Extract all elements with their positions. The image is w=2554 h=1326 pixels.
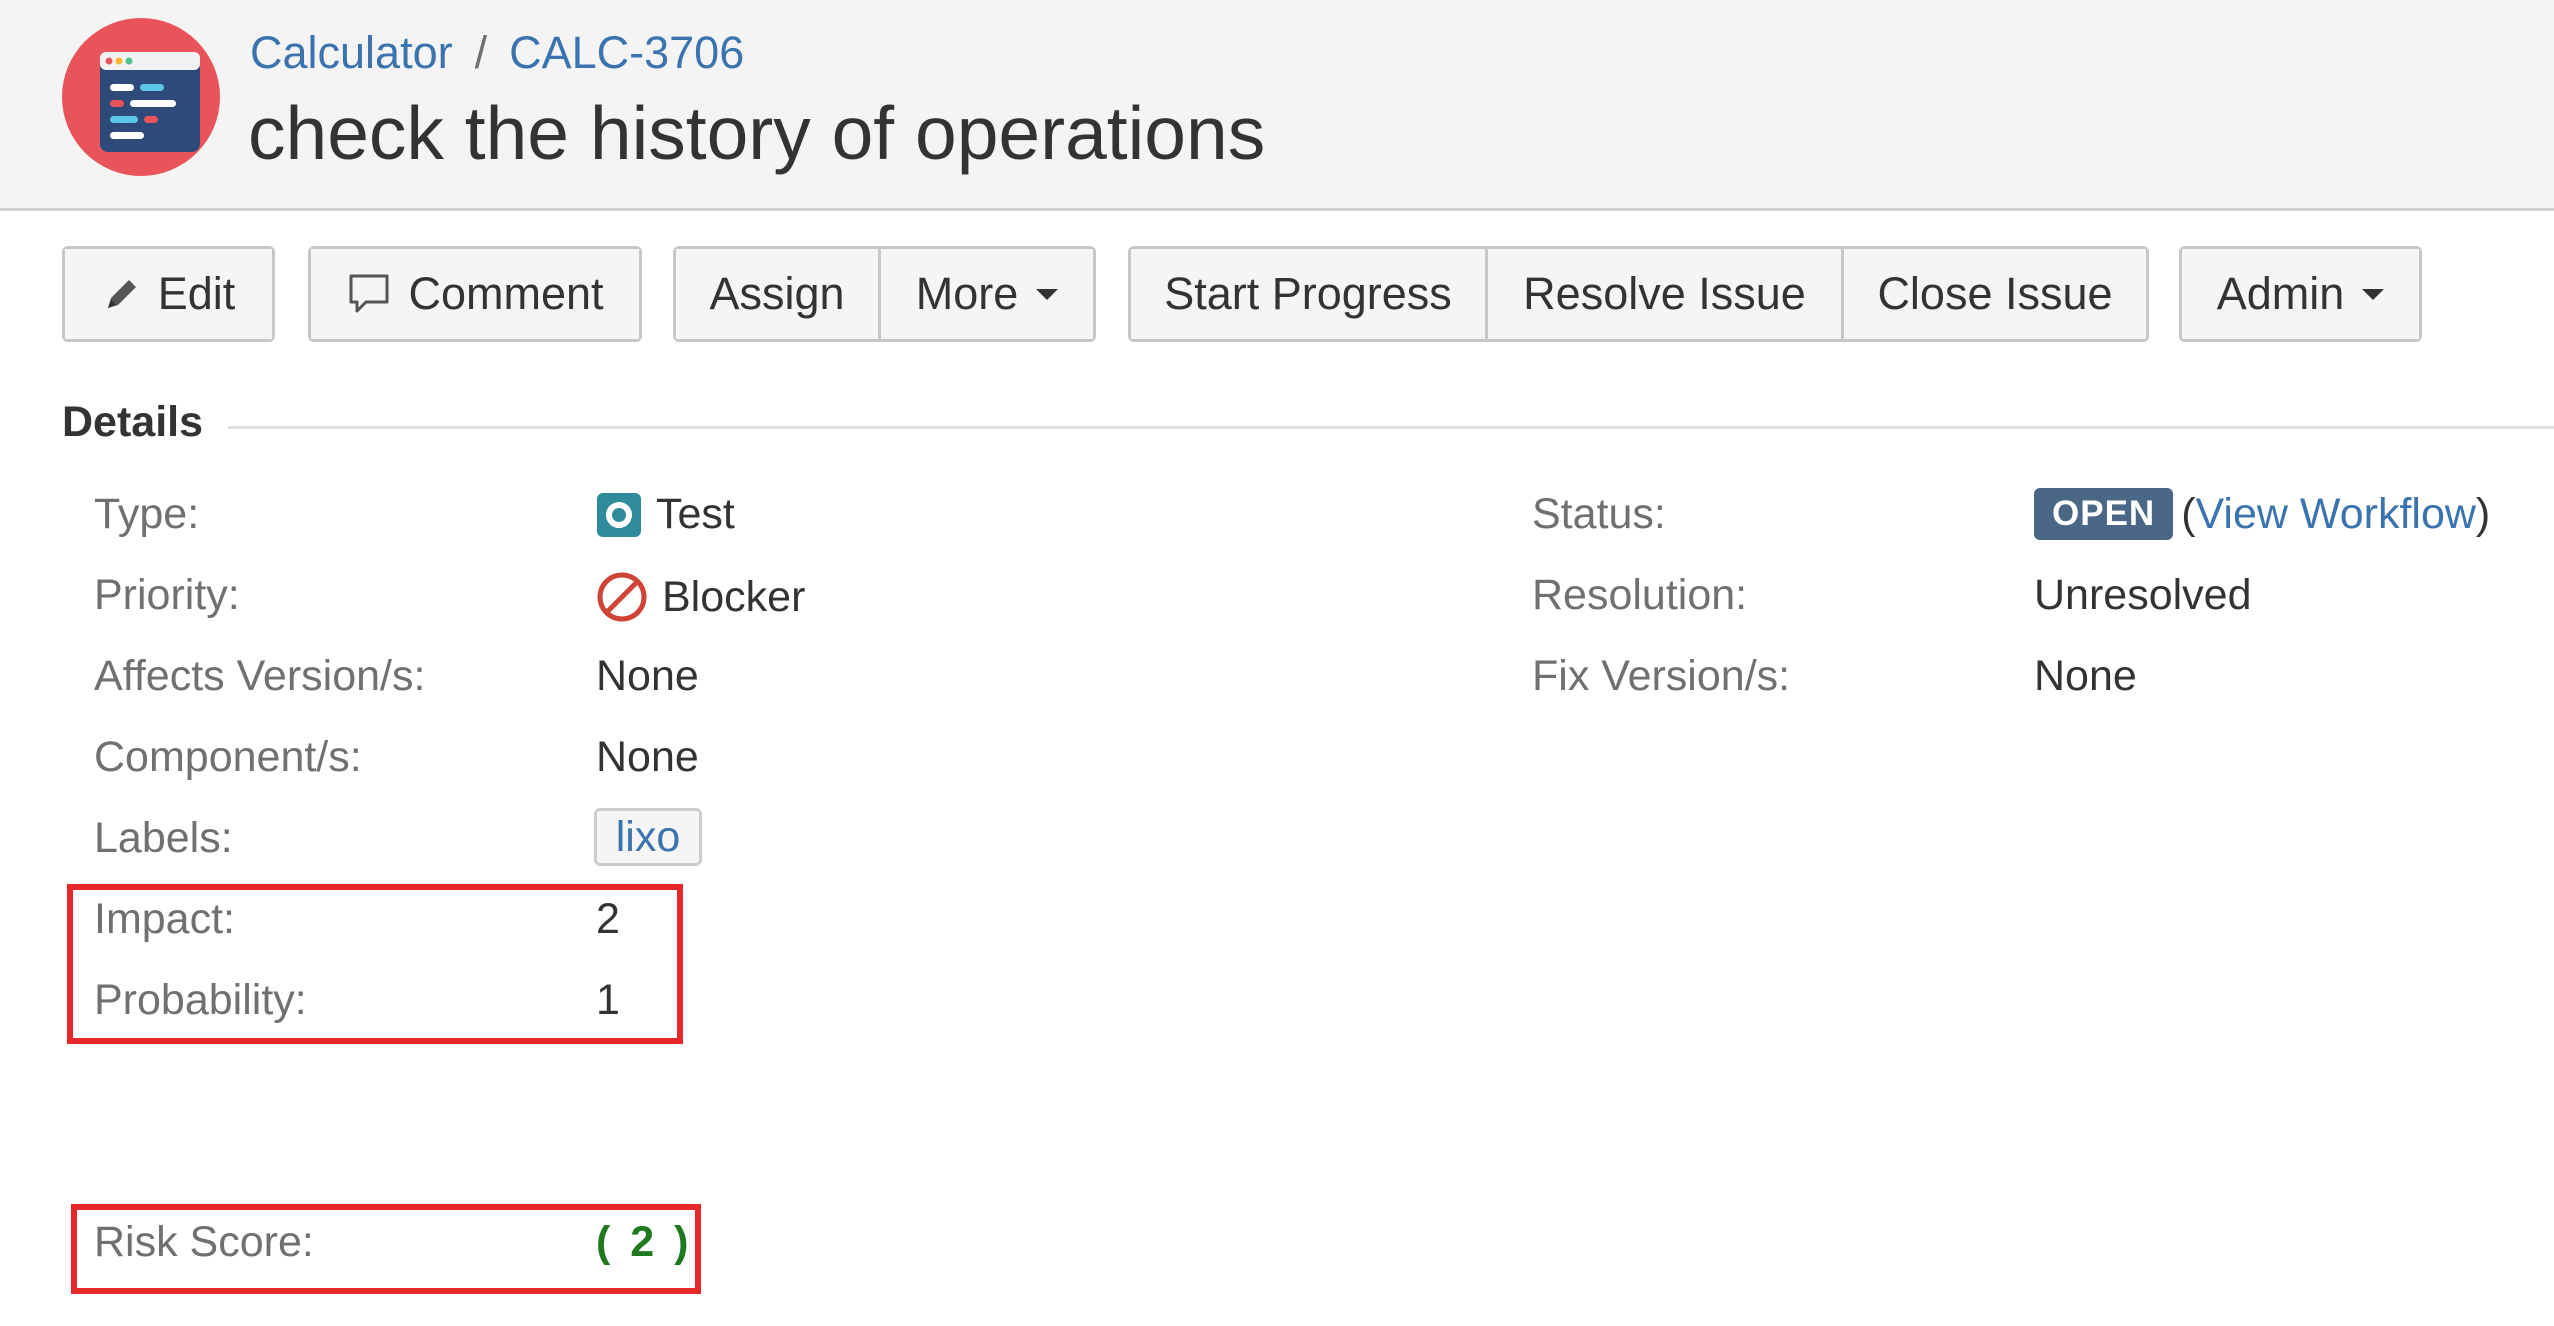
chevron-down-icon bbox=[1036, 288, 1059, 300]
more-label: More bbox=[915, 268, 1019, 319]
fix-version-value: None bbox=[2034, 652, 2137, 700]
breadcrumb-project-link[interactable]: Calculator bbox=[250, 27, 453, 79]
label-tag-lixo[interactable]: lixo bbox=[594, 808, 702, 866]
status-badge: OPEN bbox=[2034, 488, 2174, 540]
paren-open: ( bbox=[2181, 489, 2196, 538]
workflow-group: Start Progress Resolve Issue Close Issue bbox=[1128, 246, 2149, 342]
breadcrumb-issue-key-link[interactable]: CALC-3706 bbox=[509, 27, 744, 79]
status-value: OPEN ( View Workflow ) bbox=[2034, 488, 2490, 540]
risk-score-highlight bbox=[71, 1204, 701, 1294]
component-label: Component/s: bbox=[94, 733, 362, 781]
project-avatar-icon[interactable] bbox=[62, 18, 220, 176]
admin-button[interactable]: Admin bbox=[2182, 249, 2419, 339]
comment-group: Comment bbox=[308, 246, 642, 342]
resolution-value: Unresolved bbox=[2034, 571, 2252, 619]
blocker-icon bbox=[596, 571, 648, 623]
labels-label: Labels: bbox=[94, 814, 233, 862]
issue-header: Calculator / CALC-3706 check the history… bbox=[0, 0, 2554, 211]
edit-group: Edit bbox=[62, 246, 275, 342]
priority-label: Priority: bbox=[94, 571, 240, 619]
issue-page: Calculator / CALC-3706 check the history… bbox=[0, 0, 2554, 1326]
admin-group: Admin bbox=[2179, 246, 2422, 342]
priority-value: Blocker bbox=[596, 571, 805, 623]
close-issue-button[interactable]: Close Issue bbox=[1844, 249, 2146, 339]
view-workflow-link[interactable]: View Workflow bbox=[2196, 490, 2476, 539]
start-progress-button[interactable]: Start Progress bbox=[1131, 249, 1488, 339]
priority-value-text: Blocker bbox=[662, 572, 806, 621]
chevron-down-icon bbox=[2362, 288, 2385, 300]
edit-label: Edit bbox=[157, 268, 236, 319]
details-divider bbox=[228, 426, 2554, 429]
type-label: Type: bbox=[94, 490, 200, 538]
paren-close: ) bbox=[2475, 489, 2491, 538]
comment-label: Comment bbox=[408, 268, 604, 319]
component-value: None bbox=[596, 733, 699, 781]
type-value-text: Test bbox=[656, 490, 735, 538]
breadcrumb-separator: / bbox=[474, 27, 488, 78]
test-type-icon bbox=[596, 492, 642, 538]
comment-icon bbox=[349, 274, 389, 313]
pencil-icon bbox=[107, 280, 136, 308]
affects-version-label: Affects Version/s: bbox=[94, 652, 426, 700]
resolution-label: Resolution: bbox=[1532, 571, 1748, 619]
assign-label: Assign bbox=[709, 268, 845, 319]
start-progress-label: Start Progress bbox=[1164, 268, 1452, 319]
resolve-issue-label: Resolve Issue bbox=[1523, 268, 1806, 319]
impact-probability-highlight bbox=[67, 884, 683, 1044]
comment-button[interactable]: Comment bbox=[311, 249, 639, 339]
type-value: Test bbox=[596, 490, 735, 539]
details-heading: Details bbox=[62, 398, 204, 446]
assign-button[interactable]: Assign bbox=[676, 249, 881, 339]
resolve-issue-button[interactable]: Resolve Issue bbox=[1488, 249, 1844, 339]
edit-button[interactable]: Edit bbox=[65, 249, 272, 339]
status-label: Status: bbox=[1532, 490, 1666, 538]
more-button[interactable]: More bbox=[881, 249, 1093, 339]
close-issue-label: Close Issue bbox=[1877, 268, 2113, 319]
assign-more-group: Assign More bbox=[673, 246, 1096, 342]
breadcrumb: Calculator / CALC-3706 bbox=[250, 26, 744, 80]
fix-version-label: Fix Version/s: bbox=[1532, 652, 1791, 700]
affects-version-value: None bbox=[596, 652, 699, 700]
issue-title: check the history of operations bbox=[248, 91, 1266, 175]
admin-label: Admin bbox=[2216, 268, 2345, 319]
